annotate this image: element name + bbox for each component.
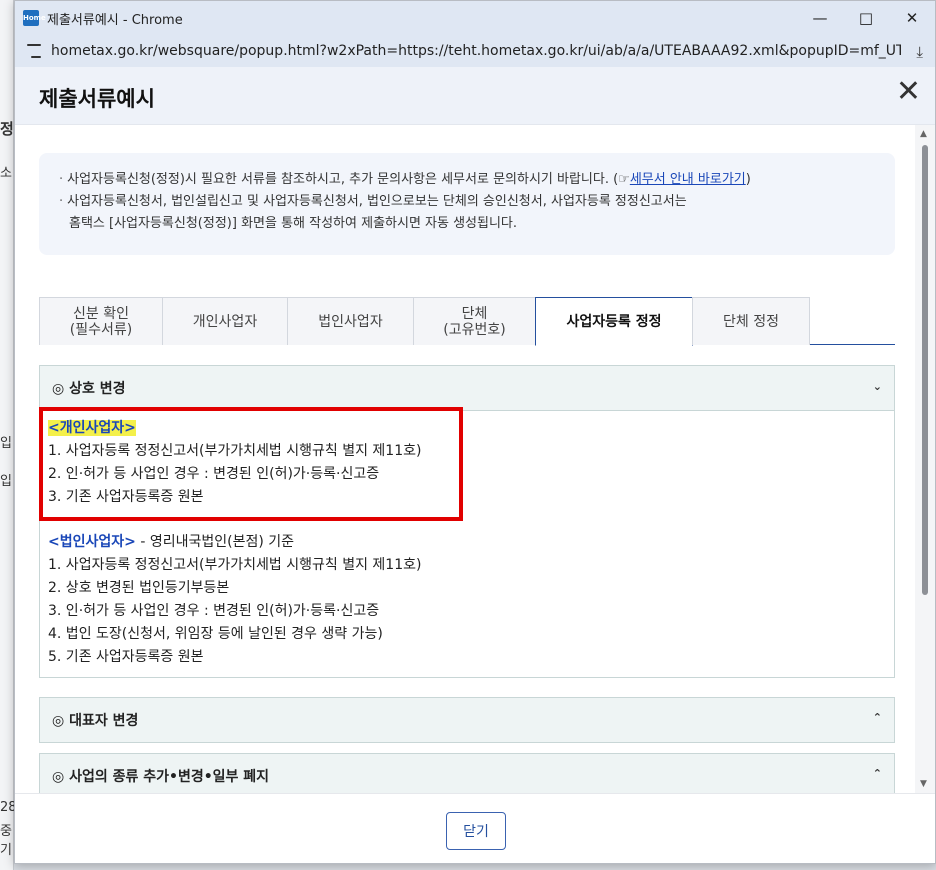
accordion-representative-change: ◎ 대표자 변경 ⌃: [39, 697, 895, 743]
document-tabs: 신분 확인 (필수서류) 개인사업자 법인사업자 단체 (고유번호) 사업자등록 정…: [39, 297, 895, 346]
minimize-button[interactable]: —: [797, 1, 843, 35]
tab-business-correction[interactable]: 사업자등록 정정: [535, 297, 693, 346]
accordion-header[interactable]: ◎ 사업의 종류 추가•변경•일부 폐지 ⌃: [40, 754, 894, 793]
close-x-icon[interactable]: ✕: [896, 77, 921, 107]
hometax-logo-icon: Home: [23, 10, 46, 26]
list-item: 5. 기존 사업자등록증 원본: [48, 649, 204, 665]
accordion-header[interactable]: ◎ 대표자 변경 ⌃: [40, 698, 894, 742]
notice-line-1: · 사업자등록신청(정정)시 필요한 서류를 참조하시고, 추가 문의사항은 세무…: [59, 172, 751, 187]
scroll-down-arrow-icon[interactable]: ▼: [920, 779, 927, 789]
pointing-hand-icon: ☞: [618, 172, 630, 187]
window-titlebar: Home 제출서류예시 - Chrome — □ ✕: [15, 1, 935, 35]
background-fragment: 정: [0, 120, 14, 138]
tab-organization[interactable]: 단체 (고유번호): [413, 297, 536, 345]
close-window-button[interactable]: ✕: [889, 1, 935, 35]
background-fragment: 중기: [0, 824, 12, 858]
chevron-up-icon: ⌃: [872, 711, 882, 724]
background-page-strip: 정 소 입 입 28 중기: [0, 0, 17, 870]
chevron-up-icon: ⌃: [872, 767, 882, 780]
tab-corporate[interactable]: 법인사업자: [287, 297, 414, 345]
url-text[interactable]: hometax.go.kr/websquare/popup.html?w2xPa…: [51, 43, 901, 59]
background-fragment: 입: [0, 436, 12, 451]
scrollbar[interactable]: ▲ ▼: [915, 125, 935, 793]
corporate-heading: <법인사업자>: [48, 534, 136, 550]
popup-content: · 사업자등록신청(정정)시 필요한 서류를 참조하시고, 추가 문의사항은 세무…: [15, 125, 917, 793]
list-item: 1. 사업자등록 정정신고서(부가가치세법 시행규칙 별지 제11호): [48, 557, 422, 573]
tab-organization-correction[interactable]: 단체 정정: [692, 297, 810, 345]
address-bar: hometax.go.kr/websquare/popup.html?w2xPa…: [15, 35, 935, 67]
tax-office-guide-link[interactable]: 세무서 안내 바로가기: [630, 172, 746, 187]
download-icon[interactable]: ⤓: [916, 43, 923, 61]
close-button[interactable]: 닫기: [446, 812, 506, 850]
accordion-business-type-change: ◎ 사업의 종류 추가•변경•일부 폐지 ⌃: [39, 753, 895, 793]
popup-window: Home 제출서류예시 - Chrome — □ ✕ hometax.go.kr…: [14, 0, 936, 864]
popup-footer: 닫기: [15, 793, 935, 863]
notice-line-2: · 사업자등록신청서, 법인설립신고 및 사업자등록신청서, 법인으로보는 단체의…: [59, 194, 687, 209]
scroll-thumb[interactable]: [922, 145, 928, 595]
tab-individual[interactable]: 개인사업자: [162, 297, 288, 345]
background-fragment: 입: [0, 474, 12, 489]
tab-identity[interactable]: 신분 확인 (필수서류): [39, 297, 163, 345]
notice-line-3: 홈택스 [사업자등록신청(정정)] 화면을 통해 작성하여 제출하시면 자동 생…: [69, 216, 518, 231]
list-item: 4. 법인 도장(신청서, 위임장 등에 날인된 경우 생략 가능): [48, 626, 383, 642]
popup-title: 제출서류예시: [39, 87, 155, 111]
maximize-button[interactable]: □: [843, 1, 889, 35]
list-item: 3. 인·허가 등 사업인 경우 : 변경된 인(허)가·등록·신고증: [48, 603, 380, 619]
popup-header: 제출서류예시 ✕: [15, 67, 935, 125]
list-item: 2. 상호 변경된 법인등기부등본: [48, 580, 230, 596]
accordion-header[interactable]: ◎ 상호 변경 ⌄: [40, 366, 894, 410]
scroll-up-arrow-icon[interactable]: ▲: [920, 129, 927, 139]
background-fragment: 소: [0, 166, 12, 181]
site-settings-icon[interactable]: [27, 44, 41, 58]
notice-box: · 사업자등록신청(정정)시 필요한 서류를 참조하시고, 추가 문의사항은 세무…: [39, 153, 895, 255]
highlight-box: [39, 407, 463, 521]
window-title: 제출서류예시 - Chrome: [47, 12, 183, 28]
chevron-down-icon: ⌄: [872, 380, 882, 393]
